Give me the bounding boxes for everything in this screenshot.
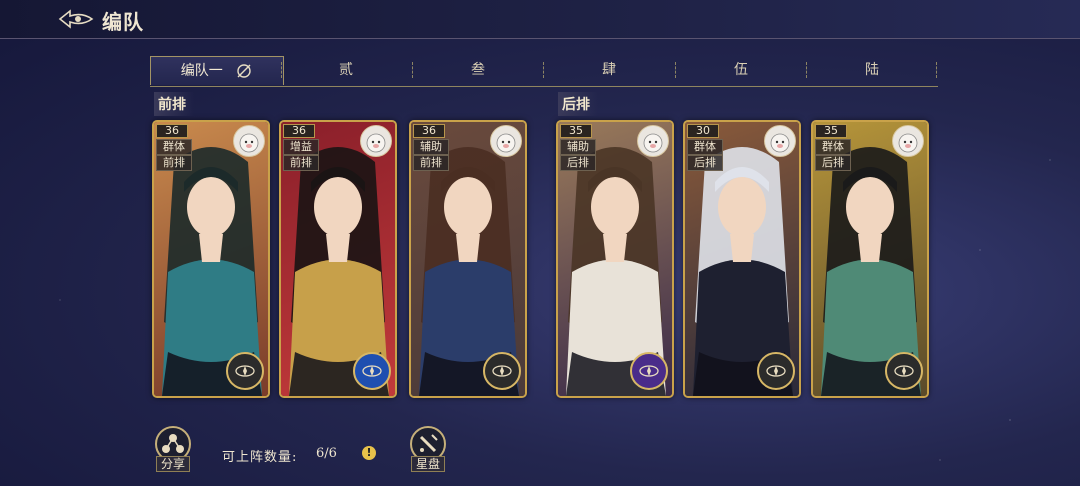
back-arrow-icon[interactable] bbox=[58, 8, 94, 30]
level-badge: 35 bbox=[815, 124, 847, 138]
level-badge: 36 bbox=[156, 124, 188, 138]
share-label: 分享 bbox=[156, 456, 191, 472]
role-tag: 群体 bbox=[815, 139, 851, 155]
tab-divider bbox=[936, 62, 938, 78]
role-tag: 群体 bbox=[687, 139, 723, 155]
tab-team-4[interactable]: 肆 bbox=[543, 56, 675, 84]
character-card[interactable]: 36 增益 前排 bbox=[279, 120, 397, 398]
element-emblem-icon[interactable] bbox=[226, 352, 264, 390]
top-bar: 编队 bbox=[0, 0, 1080, 39]
position-tag: 前排 bbox=[156, 155, 192, 171]
position-tag: 前排 bbox=[413, 155, 449, 171]
rabbit-avatar-icon bbox=[764, 125, 796, 157]
deploy-count-value: 6/6 bbox=[316, 446, 337, 461]
level-badge: 36 bbox=[413, 124, 445, 138]
page-title: 编队 bbox=[102, 10, 144, 34]
bird-avatar-icon bbox=[233, 125, 265, 157]
position-tag: 后排 bbox=[560, 155, 596, 171]
character-card[interactable]: 30 群体 后排 bbox=[683, 120, 801, 398]
character-card[interactable]: 36 辅助 前排 bbox=[409, 120, 527, 398]
element-emblem-icon[interactable] bbox=[630, 352, 668, 390]
tab-team-6[interactable]: 陆 bbox=[806, 56, 938, 84]
info-warning-icon[interactable]: ! bbox=[362, 446, 376, 460]
dragon-avatar-icon bbox=[360, 125, 392, 157]
character-card[interactable]: 35 群体 后排 bbox=[811, 120, 929, 398]
position-tag: 前排 bbox=[283, 155, 319, 171]
deploy-count-label: 可上阵数量: bbox=[222, 450, 298, 465]
level-badge: 30 bbox=[687, 124, 719, 138]
character-card[interactable]: 36 群体 前排 bbox=[152, 120, 270, 398]
back-row-label: 后排 bbox=[558, 92, 598, 116]
position-tag: 后排 bbox=[687, 155, 723, 171]
team-tabs: 编队一 贰 叁 肆 伍 陆 bbox=[150, 56, 938, 87]
element-emblem-icon[interactable] bbox=[353, 352, 391, 390]
level-badge: 35 bbox=[560, 124, 592, 138]
position-tag: 后排 bbox=[815, 155, 851, 171]
rename-icon[interactable] bbox=[235, 63, 253, 79]
tab-team-2[interactable]: 贰 bbox=[280, 56, 412, 84]
role-tag: 辅助 bbox=[413, 139, 449, 155]
tab-team-5[interactable]: 伍 bbox=[675, 56, 807, 84]
front-row-label: 前排 bbox=[154, 92, 194, 116]
tab-label: 编队一 bbox=[180, 63, 223, 79]
role-tag: 增益 bbox=[283, 139, 319, 155]
tab-team-1[interactable]: 编队一 bbox=[150, 56, 284, 85]
role-tag: 群体 bbox=[156, 139, 192, 155]
level-badge: 36 bbox=[283, 124, 315, 138]
tab-team-3[interactable]: 叁 bbox=[412, 56, 544, 84]
character-card[interactable]: 35 辅助 后排 bbox=[556, 120, 674, 398]
pig-avatar-icon bbox=[637, 125, 669, 157]
role-tag: 辅助 bbox=[560, 139, 596, 155]
element-emblem-icon[interactable] bbox=[757, 352, 795, 390]
element-emblem-icon[interactable] bbox=[483, 352, 521, 390]
element-emblem-icon[interactable] bbox=[885, 352, 923, 390]
pig-avatar-icon bbox=[490, 125, 522, 157]
starmap-label: 星盘 bbox=[411, 456, 446, 472]
sheep-avatar-icon bbox=[892, 125, 924, 157]
